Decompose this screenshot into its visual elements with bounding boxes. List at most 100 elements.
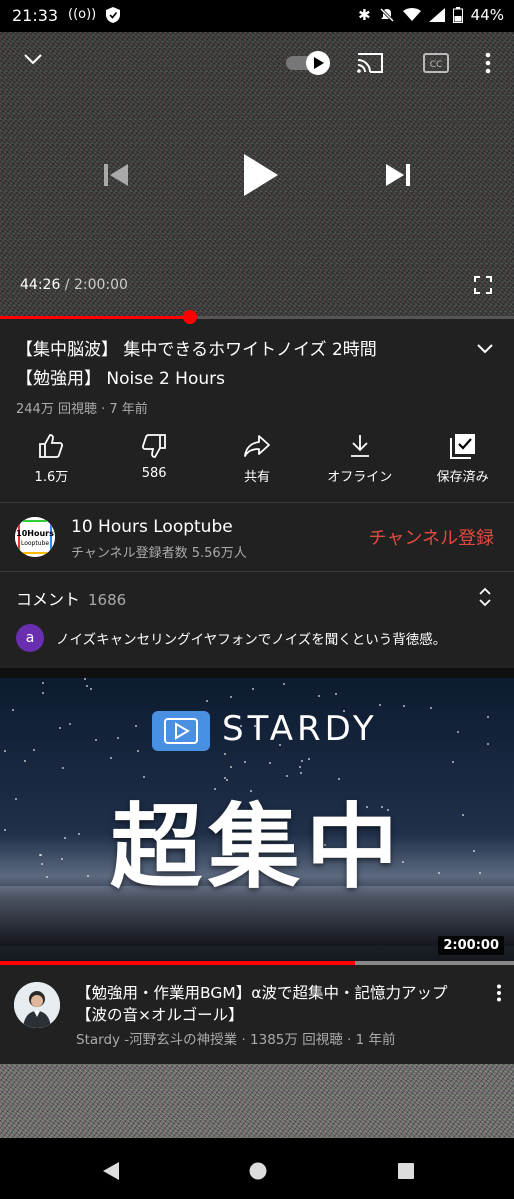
home-nav-icon[interactable] <box>243 1156 273 1186</box>
video-title-line2: 【勉強用】 Noise 2 Hours <box>16 369 225 389</box>
star-decoration <box>451 761 454 764</box>
comments-section-header[interactable]: コメント 1686 <box>16 586 126 610</box>
avatar-text-1: 10Hours <box>16 529 54 538</box>
star-decoration <box>136 749 139 752</box>
seek-handle[interactable] <box>183 310 198 324</box>
time-display: 44:26 / 2:00:00 <box>20 277 128 293</box>
thumb-headline: 超集中 <box>109 793 404 901</box>
next-video-meta: Stardy -河野玄斗の神授業 · 1385万 回視聴 · 1 年前 <box>76 1032 396 1048</box>
like-button[interactable]: 1.6万 <box>3 430 99 490</box>
battery-icon <box>452 7 463 23</box>
share-label: 共有 <box>243 470 270 485</box>
dislike-button[interactable]: 586 <box>106 430 202 490</box>
stardy-play-logo <box>152 711 210 751</box>
star-decoration <box>58 726 61 729</box>
recents-nav-icon[interactable] <box>391 1156 421 1186</box>
channel-name[interactable]: 10 Hours Looptube <box>71 517 233 537</box>
star-decoration <box>41 682 44 685</box>
star-decoration <box>487 715 490 718</box>
play-icon[interactable] <box>240 152 280 198</box>
hotspot-icon: ((o)) <box>68 7 97 22</box>
star-decoration <box>117 737 120 740</box>
status-bar: 21:33 ((o)) ✱ 44% <box>0 0 514 32</box>
commenter-avatar: a <box>16 624 44 652</box>
action-bar: 1.6万 586 共有 オフライン 保存済み <box>0 430 514 490</box>
star-decoration <box>61 766 64 769</box>
dislike-count: 586 <box>141 466 167 481</box>
battery-level: 44% <box>470 6 504 24</box>
star-decoration <box>24 760 27 763</box>
shield-icon <box>106 7 121 23</box>
star-decoration <box>134 725 137 728</box>
next-video-more-icon[interactable] <box>496 984 502 1006</box>
save-label: 保存済み <box>436 470 489 485</box>
section-separator <box>0 668 514 678</box>
like-count: 1.6万 <box>34 470 69 485</box>
channel-avatar[interactable]: 10Hours Looptube <box>15 517 55 557</box>
back-nav-icon[interactable] <box>96 1156 126 1186</box>
save-button[interactable]: 保存済み <box>415 430 511 490</box>
offline-button[interactable]: オフライン <box>312 430 408 490</box>
playlist-saved-icon <box>449 434 475 459</box>
mute-icon <box>379 7 394 23</box>
star-decoration <box>83 678 86 681</box>
download-icon <box>350 435 369 457</box>
star-decoration <box>86 685 89 688</box>
next-video-thumbnail-partial[interactable] <box>0 1064 514 1138</box>
share-icon <box>244 435 270 457</box>
star-decoration <box>403 705 406 708</box>
star-decoration <box>42 691 45 694</box>
top-comment[interactable]: ノイズキャンセリングイヤフォンでノイズを聞くという背徳感。 <box>56 628 446 648</box>
star-decoration <box>205 699 208 702</box>
star-decoration <box>69 722 72 725</box>
minimize-chevron-icon[interactable] <box>22 52 44 66</box>
star-decoration <box>95 738 98 741</box>
next-video-duration: 2:00:00 <box>438 936 504 955</box>
star-decoration <box>282 682 285 685</box>
status-time: 21:33 <box>12 6 59 25</box>
video-title-line1: 【集中脳波】 集中できるホワイトノイズ 2時間 <box>16 340 377 360</box>
wifi-icon <box>402 8 421 21</box>
share-button[interactable]: 共有 <box>209 430 305 490</box>
cast-icon[interactable] <box>356 52 384 74</box>
more-options-icon[interactable] <box>484 52 492 74</box>
watched-progress-fill <box>0 961 355 965</box>
offline-label: オフライン <box>327 470 393 485</box>
expand-description-icon[interactable] <box>476 340 494 359</box>
comments-label: コメント <box>16 590 81 609</box>
channel-subscriber-count: チャンネル登録者数 5.56万人 <box>71 546 247 561</box>
captions-icon[interactable]: CC <box>423 52 449 74</box>
seek-bar[interactable] <box>0 316 514 319</box>
divider <box>0 502 514 503</box>
star-decoration <box>32 749 35 752</box>
autoplay-toggle[interactable] <box>284 50 332 76</box>
star-decoration <box>457 730 460 733</box>
current-time: 44:26 <box>20 277 61 293</box>
watched-progress <box>0 961 514 965</box>
star-decoration <box>243 760 246 763</box>
next-icon[interactable] <box>384 162 412 188</box>
thumbs-down-icon <box>142 434 167 458</box>
star-decoration <box>318 695 321 698</box>
star-decoration <box>224 753 227 756</box>
star-decoration <box>3 749 6 752</box>
signal-icon <box>428 8 445 22</box>
star-decoration <box>430 707 433 710</box>
star-decoration <box>269 762 272 765</box>
thumbs-up-icon <box>39 434 64 458</box>
star-decoration <box>335 693 338 696</box>
next-video-thumbnail[interactable]: STARDY 超集中 2:00:00 <box>0 678 514 961</box>
next-video-channel-avatar[interactable] <box>14 982 60 1028</box>
star-decoration <box>229 696 232 699</box>
star-decoration <box>109 756 112 759</box>
total-duration: 2:00:00 <box>73 277 128 293</box>
video-player[interactable]: CC 44:26 / 2:00:00 <box>0 32 514 318</box>
star-decoration <box>487 742 490 745</box>
next-video-title[interactable]: 【勉強用・作業用BGM】α波で超集中・記憶力アップ【波の音×オルゴール】 <box>76 982 476 1026</box>
subscribe-button[interactable]: チャンネル登録 <box>369 524 494 550</box>
thumb-brand: STARDY <box>222 709 378 749</box>
unfold-icon[interactable] <box>478 587 492 611</box>
video-title[interactable]: 【集中脳波】 集中できるホワイトノイズ 2時間 【勉強用】 Noise 2 Ho… <box>16 336 456 394</box>
fullscreen-icon[interactable] <box>474 276 492 294</box>
time-separator: / <box>60 277 74 293</box>
